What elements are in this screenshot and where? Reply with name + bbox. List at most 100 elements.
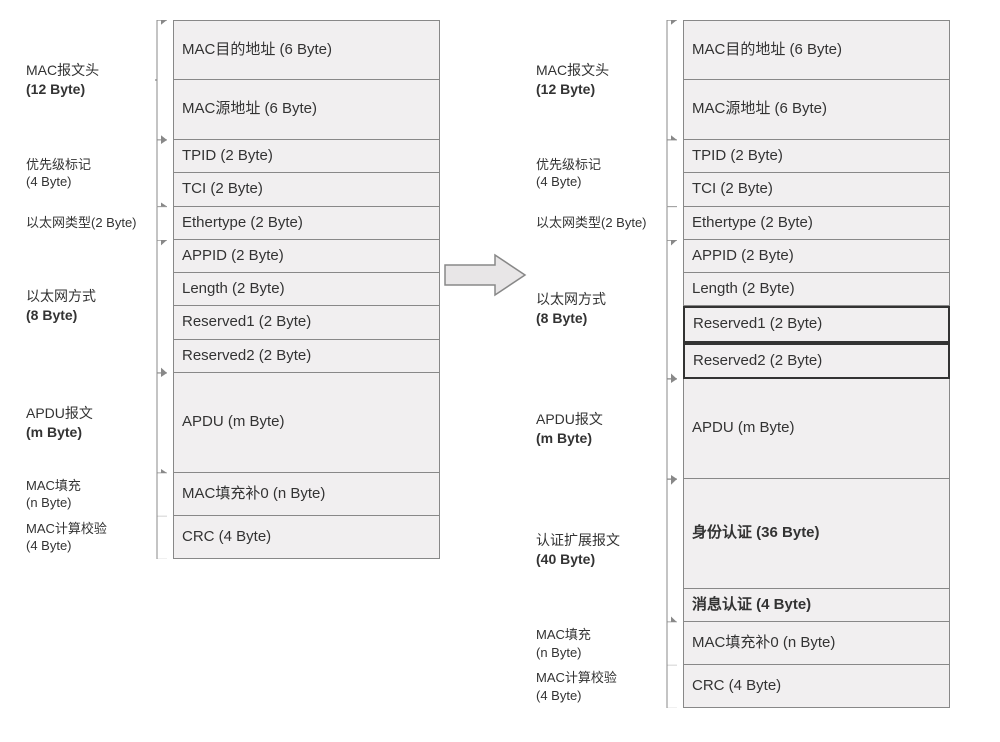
field-cell: CRC (4 Byte) [683, 665, 950, 708]
field-cell-highlight: Reserved1 (2 Byte) [683, 306, 950, 342]
section-label: MAC报文头 (12 Byte) [20, 20, 155, 140]
bracket [665, 240, 683, 379]
label-line2: (4 Byte) [26, 173, 149, 191]
field-cell-auth: 身份认证 (36 Byte) [683, 479, 950, 589]
field-cell-highlight: Reserved2 (2 Byte) [683, 343, 950, 379]
bracket [665, 622, 683, 665]
right-sec-1: 优先级标记 (4 Byte) TPID (2 Byte) TCI (2 Byte… [530, 140, 950, 207]
field-cell: Length (2 Byte) [683, 273, 950, 306]
field-cell: Ethertype (2 Byte) [683, 207, 950, 240]
label-line1: 优先级标记 [536, 156, 659, 174]
label-line2: (12 Byte) [26, 80, 149, 99]
left-sec-2: 以太网类型(2 Byte) Ethertype (2 Byte) [20, 207, 440, 240]
field-cell: TPID (2 Byte) [173, 140, 440, 173]
section-label: 以太网类型(2 Byte) [530, 207, 665, 240]
label-line2: (m Byte) [536, 429, 659, 448]
field-cell: MAC填充补0 (n Byte) [683, 622, 950, 665]
right-sec-4: APDU报文 (m Byte) APDU (m Byte) [530, 379, 950, 479]
right-sec-2: 以太网类型(2 Byte) Ethertype (2 Byte) [530, 207, 950, 240]
field-cell: Ethertype (2 Byte) [173, 207, 440, 240]
right-sec-7: MAC计算校验 (4 Byte) CRC (4 Byte) [530, 665, 950, 708]
label-line1: 以太网方式 [26, 287, 149, 306]
field-cell: Length (2 Byte) [173, 273, 440, 306]
field-cell-auth: 消息认证 (4 Byte) [683, 589, 950, 622]
field-cell: TCI (2 Byte) [683, 173, 950, 206]
left-sec-3: 以太网方式 (8 Byte) APPID (2 Byte) Length (2 … [20, 240, 440, 373]
label-line2: (n Byte) [26, 494, 149, 512]
label-line2: (40 Byte) [536, 550, 659, 569]
bracket [155, 207, 173, 240]
label-line2: (4 Byte) [26, 537, 149, 555]
field-cell: MAC源地址 (6 Byte) [173, 80, 440, 140]
bracket [155, 140, 173, 207]
right-sec-5: 认证扩展报文 (40 Byte) 身份认证 (36 Byte) 消息认证 (4 … [530, 479, 950, 622]
section-label: 以太网类型(2 Byte) [20, 207, 155, 240]
arrow-right-icon [440, 250, 530, 300]
bracket [155, 20, 173, 140]
field-cell: APPID (2 Byte) [173, 240, 440, 273]
label-line1: 认证扩展报文 [536, 531, 659, 550]
left-sec-0: MAC报文头 (12 Byte) MAC目的地址 (6 Byte) MAC源地址… [20, 20, 440, 140]
label-line2: (4 Byte) [536, 173, 659, 191]
field-cell: TPID (2 Byte) [683, 140, 950, 173]
label-line1: MAC计算校验 [26, 520, 149, 538]
transform-arrow [440, 20, 530, 300]
section-label: 以太网方式 (8 Byte) [530, 240, 665, 379]
section-label: APDU报文 (m Byte) [20, 373, 155, 473]
bracket [155, 516, 173, 559]
section-label: MAC填充 (n Byte) [530, 622, 665, 665]
bracket [155, 373, 173, 473]
right-sec-0: MAC报文头 (12 Byte) MAC目的地址 (6 Byte) MAC源地址… [530, 20, 950, 140]
field-cell: APDU (m Byte) [683, 379, 950, 479]
bracket [665, 379, 683, 479]
left-sec-6: MAC计算校验 (4 Byte) CRC (4 Byte) [20, 516, 440, 559]
bracket [155, 473, 173, 516]
section-label: 认证扩展报文 (40 Byte) [530, 479, 665, 622]
label-line1: MAC计算校验 [536, 669, 659, 687]
section-label: 优先级标记 (4 Byte) [530, 140, 665, 207]
left-sec-4: APDU报文 (m Byte) APDU (m Byte) [20, 373, 440, 473]
label-line2: (n Byte) [536, 644, 659, 662]
right-packet-column: MAC报文头 (12 Byte) MAC目的地址 (6 Byte) MAC源地址… [530, 20, 950, 708]
label-line1: APDU报文 [536, 410, 659, 429]
bracket [665, 665, 683, 708]
left-sec-5: MAC填充 (n Byte) MAC填充补0 (n Byte) [20, 473, 440, 516]
label-line2: (4 Byte) [536, 687, 659, 705]
bracket [665, 140, 683, 207]
section-label: MAC填充 (n Byte) [20, 473, 155, 516]
label-line1: 以太网类型(2 Byte) [26, 214, 149, 232]
section-label: MAC计算校验 (4 Byte) [530, 665, 665, 708]
label-line1: 优先级标记 [26, 156, 149, 174]
field-cell: Reserved2 (2 Byte) [173, 340, 440, 373]
field-cell: MAC源地址 (6 Byte) [683, 80, 950, 140]
right-sec-6: MAC填充 (n Byte) MAC填充补0 (n Byte) [530, 622, 950, 665]
label-line2: (12 Byte) [536, 80, 659, 99]
bracket [155, 240, 173, 373]
section-label: MAC报文头 (12 Byte) [530, 20, 665, 140]
right-sec-3: 以太网方式 (8 Byte) APPID (2 Byte) Length (2 … [530, 240, 950, 379]
section-label: MAC计算校验 (4 Byte) [20, 516, 155, 559]
label-line1: MAC报文头 [536, 61, 659, 80]
bracket [665, 20, 683, 140]
field-cell: Reserved1 (2 Byte) [173, 306, 440, 339]
section-label: 以太网方式 (8 Byte) [20, 240, 155, 373]
label-line1: 以太网类型(2 Byte) [536, 214, 659, 232]
label-line2: (8 Byte) [26, 306, 149, 325]
label-line1: MAC填充 [26, 477, 149, 495]
left-packet-column: MAC报文头 (12 Byte) MAC目的地址 (6 Byte) MAC源地址… [20, 20, 440, 559]
left-sec-1: 优先级标记 (4 Byte) TPID (2 Byte) TCI (2 Byte… [20, 140, 440, 207]
section-label: APDU报文 (m Byte) [530, 379, 665, 479]
field-cell: MAC填充补0 (n Byte) [173, 473, 440, 516]
label-line2: (8 Byte) [536, 309, 659, 328]
label-line1: MAC填充 [536, 626, 659, 644]
section-label: 优先级标记 (4 Byte) [20, 140, 155, 207]
label-line1: APDU报文 [26, 404, 149, 423]
diagram-root: MAC报文头 (12 Byte) MAC目的地址 (6 Byte) MAC源地址… [20, 20, 980, 708]
field-cell: CRC (4 Byte) [173, 516, 440, 559]
label-line1: 以太网方式 [536, 290, 659, 309]
field-cell: APDU (m Byte) [173, 373, 440, 473]
field-cell: TCI (2 Byte) [173, 173, 440, 206]
field-cell: APPID (2 Byte) [683, 240, 950, 273]
label-line2: (m Byte) [26, 423, 149, 442]
field-cell: MAC目的地址 (6 Byte) [173, 20, 440, 80]
